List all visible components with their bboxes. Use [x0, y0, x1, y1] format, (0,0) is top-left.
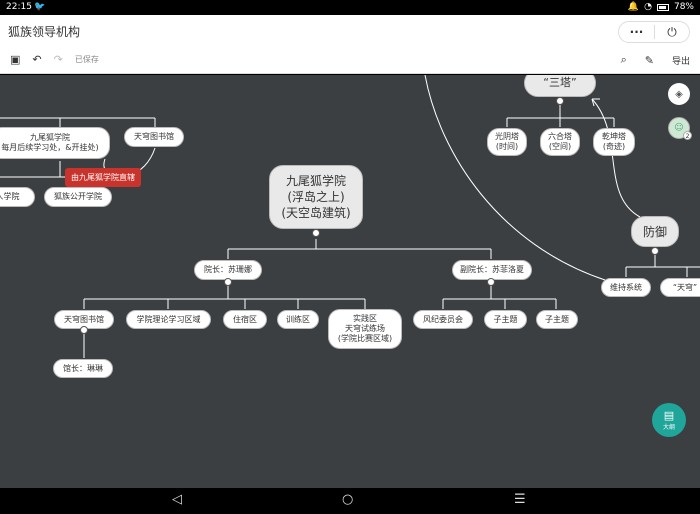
node-tower-time[interactable]: 光阴塔 (时间) — [487, 128, 527, 156]
node-practice[interactable]: 实践区 天穹试练场 (学院比赛区域) — [328, 309, 402, 349]
node-theory-area[interactable]: 学院理论学习区域 — [126, 310, 211, 329]
node-maintain-system[interactable]: 维持系统 — [601, 278, 651, 297]
mini-program-capsule: ··· ⏻ — [618, 21, 690, 43]
recent-apps-icon[interactable]: ☰ — [514, 492, 526, 507]
node-subtopic[interactable]: 子主题 — [536, 310, 578, 329]
node-dean[interactable]: 院长：苏珊娜 — [194, 260, 262, 280]
node-tower-space[interactable]: 六合塔 (空间) — [540, 128, 580, 156]
toolbar-left: ▣ ↶ ↷ 已保存 — [10, 53, 99, 66]
node-training[interactable]: 训练区 — [277, 310, 319, 329]
back-icon[interactable]: ◁ — [172, 492, 182, 507]
status-bar: 22:15 🐦 🔔 ◔ 78% — [0, 0, 700, 15]
search-icon[interactable]: ⌕ — [621, 53, 627, 67]
node-academy-root[interactable]: 九尾狐学院 (浮岛之上) (天空岛建筑) — [269, 165, 363, 229]
undo-icon[interactable]: ↶ — [32, 53, 41, 66]
node-left-library[interactable]: 天穹图书馆 — [124, 127, 184, 147]
collapse-dot[interactable] — [224, 278, 232, 286]
node-librarian[interactable]: 馆长：琳琳 — [53, 359, 113, 378]
node-tower-fate[interactable]: 乾坤塔 (奇迹) — [593, 128, 635, 156]
app-header: 狐族领导机构 ··· ⏻ ▣ ↶ ↷ 已保存 ⌕ ✎ 导出 — [0, 15, 700, 74]
home-icon[interactable]: ○ — [342, 492, 353, 507]
save-status: 已保存 — [74, 55, 99, 64]
redo-icon[interactable]: ↷ — [54, 53, 63, 66]
collapse-dot[interactable] — [651, 247, 659, 255]
node-vice-dean[interactable]: 副院长：苏菲洛夏 — [452, 260, 532, 280]
bell-icon: 🔔 — [627, 2, 640, 12]
node-dorm[interactable]: 住宿区 — [223, 310, 267, 329]
document-title: 狐族领导机构 — [8, 25, 81, 39]
node-defense[interactable]: 防御 — [631, 216, 679, 247]
close-button[interactable]: ⏻ — [655, 25, 689, 40]
toolbar-right: ⌕ ✎ 导出 — [621, 53, 690, 67]
node-discipline[interactable]: 风纪委员会 — [413, 310, 473, 329]
node-three-towers[interactable]: “三塔” — [524, 75, 596, 97]
node-left-sub1[interactable]: 人学院 — [0, 187, 35, 207]
battery-icon — [656, 3, 669, 11]
node-left-sub2[interactable]: 狐族公开学院 — [44, 187, 112, 207]
save-icon[interactable]: ▣ — [10, 53, 20, 66]
avatar[interactable]: ☺ 2 — [668, 117, 692, 140]
bird-icon: 🐦 — [34, 2, 46, 12]
node-subtopic[interactable]: 子主题 — [484, 310, 527, 329]
outline-label: 大纲 — [662, 424, 675, 431]
collapse-dot[interactable] — [487, 278, 495, 286]
node-left-academy[interactable]: 九尾狐学院 每月后续学习处，&开挂处) — [0, 127, 110, 159]
collapse-dot[interactable] — [80, 326, 88, 334]
more-button[interactable]: ··· — [619, 25, 654, 39]
export-button[interactable]: 导出 — [672, 54, 690, 67]
wifi-icon: ◔ — [644, 2, 652, 12]
system-nav-bar: ◁ ○ ☰ — [0, 488, 700, 514]
collapse-dot[interactable] — [312, 229, 320, 237]
document-icon: ▤ — [663, 409, 675, 422]
format-icon[interactable]: ✎ — [645, 54, 654, 67]
callout-tag[interactable]: 由九尾狐学院直辖 — [65, 168, 141, 187]
clock: 22:15 — [6, 2, 32, 12]
layers-icon[interactable]: ◈ — [668, 83, 690, 105]
battery-percent: 78% — [673, 2, 694, 12]
avatar-badge: 2 — [683, 131, 692, 140]
collapse-dot[interactable] — [556, 97, 564, 105]
mindmap-canvas[interactable]: 九尾狐学院 每月后续学习处，&开挂处) 天穹图书馆 由九尾狐学院直辖 人学院 狐… — [0, 75, 700, 488]
outline-fab[interactable]: ▤ 大纲 — [652, 403, 686, 437]
node-tianqiong[interactable]: “天穹” — [660, 278, 700, 297]
